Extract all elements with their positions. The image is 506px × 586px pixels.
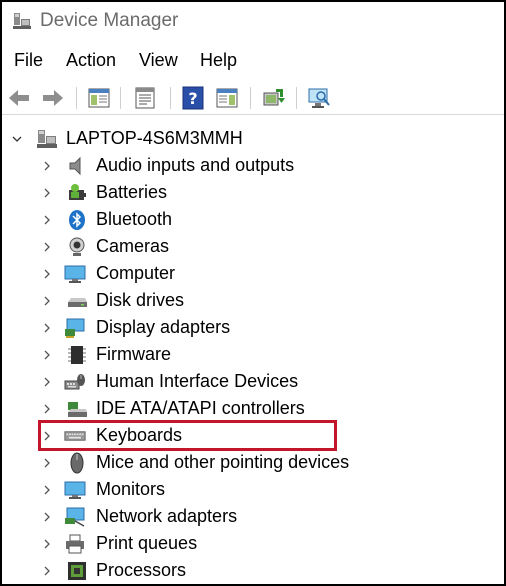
tree-item[interactable]: Processors: [2, 558, 504, 584]
tree-item[interactable]: Network adapters: [2, 504, 504, 531]
update-driver-icon[interactable]: [260, 85, 286, 111]
chevron-right-icon[interactable]: [42, 242, 52, 252]
tree-item-label: Bluetooth: [96, 209, 173, 229]
device-manager-app-icon: [13, 13, 31, 29]
tree-item[interactable]: Bluetooth: [2, 207, 504, 234]
toolbar-separator: [76, 87, 77, 109]
tree-item[interactable]: IDE ATA/ATAPI controllers: [2, 396, 504, 423]
tree-item-label: Batteries: [96, 182, 168, 202]
tree-item[interactable]: Audio inputs and outputs: [2, 153, 504, 180]
window-title: Device Manager: [40, 10, 179, 31]
tree-item-label: Keyboards: [96, 425, 183, 445]
mouse-icon: [70, 452, 84, 474]
tree-item-label: Firmware: [96, 344, 171, 364]
title-bar: Device Manager: [2, 2, 504, 42]
speaker-icon: [69, 156, 81, 176]
bluetooth-icon: [69, 210, 85, 230]
tree-item-label: Network adapters: [96, 506, 238, 526]
device-tree: LAPTOP-4S6M3MMH Audio inputs and outputs…: [2, 126, 504, 584]
show-hide-console-tree-icon[interactable]: [86, 85, 112, 111]
tree-item-label: Disk drives: [96, 290, 185, 310]
chevron-right-icon[interactable]: [42, 566, 52, 576]
tree-item[interactable]: Print queues: [2, 531, 504, 558]
chevron-right-icon[interactable]: [42, 485, 52, 495]
processor-icon: [68, 562, 86, 580]
keyboard-icon: [64, 431, 86, 441]
scan-hardware-changes-icon[interactable]: [306, 85, 332, 111]
toolbar-separator: [120, 87, 121, 109]
back-arrow-icon[interactable]: [6, 85, 32, 111]
battery-icon: [69, 184, 86, 200]
forward-arrow-icon[interactable]: [40, 85, 66, 111]
menu-file[interactable]: File: [14, 50, 43, 71]
monitor-icon: [64, 265, 86, 283]
ide-controller-icon: [68, 402, 87, 417]
menu-help[interactable]: Help: [200, 50, 237, 71]
tree-item[interactable]: Batteries: [2, 180, 504, 207]
menu-view[interactable]: View: [139, 50, 178, 71]
device-manager-window: Device Manager File Action View Help ? L…: [0, 0, 506, 586]
chevron-right-icon[interactable]: [42, 512, 52, 522]
chevron-right-icon[interactable]: [42, 431, 52, 441]
properties-icon[interactable]: [132, 85, 158, 111]
disk-drive-icon: [68, 298, 87, 307]
chevron-right-icon[interactable]: [42, 215, 52, 225]
tree-item[interactable]: Display adapters: [2, 315, 504, 342]
tree-item[interactable]: Mice and other pointing devices: [2, 450, 504, 477]
firmware-chip-icon: [68, 346, 86, 364]
printer-icon: [66, 534, 84, 554]
chevron-right-icon[interactable]: [42, 188, 52, 198]
toolbar-separator: [296, 87, 297, 109]
tree-item[interactable]: Computer: [2, 261, 504, 288]
toolbar-separator: [250, 87, 251, 109]
tree-item-label: Print queues: [96, 533, 198, 553]
tree-item-label: Monitors: [96, 479, 166, 499]
display-adapter-icon: [65, 318, 85, 338]
camera-icon: [69, 237, 85, 256]
menu-action[interactable]: Action: [66, 50, 116, 71]
chevron-right-icon[interactable]: [42, 161, 52, 171]
toolbar: ?: [2, 82, 504, 115]
chevron-right-icon[interactable]: [42, 458, 52, 468]
hid-icon: [64, 374, 85, 390]
tree-item-label: Human Interface Devices: [96, 371, 299, 391]
network-adapter-icon: [65, 507, 85, 527]
chevron-right-icon[interactable]: [42, 269, 52, 279]
tree-item-label: Processors: [96, 560, 187, 580]
chevron-right-icon[interactable]: [42, 377, 52, 387]
menu-bar: File Action View Help: [2, 50, 504, 76]
tree-root-node[interactable]: LAPTOP-4S6M3MMH: [2, 126, 504, 153]
tree-item[interactable]: Human Interface Devices: [2, 369, 504, 396]
tree-item[interactable]: Firmware: [2, 342, 504, 369]
monitor-icon: [64, 481, 86, 499]
chevron-right-icon[interactable]: [42, 539, 52, 549]
chevron-right-icon[interactable]: [42, 350, 52, 360]
tree-item-keyboards[interactable]: Keyboards: [2, 423, 504, 450]
svg-text:?: ?: [188, 89, 197, 108]
chevron-down-icon[interactable]: [12, 134, 22, 144]
tree-root-label: LAPTOP-4S6M3MMH: [66, 128, 243, 148]
action-pane-icon[interactable]: [214, 85, 240, 111]
computer-root-icon: [37, 130, 57, 148]
help-icon[interactable]: ?: [180, 85, 206, 111]
tree-item-label: Display adapters: [96, 317, 231, 337]
tree-item[interactable]: Monitors: [2, 477, 504, 504]
tree-item-label: Mice and other pointing devices: [96, 452, 350, 472]
tree-item-label: Audio inputs and outputs: [96, 155, 295, 175]
tree-item-label: IDE ATA/ATAPI controllers: [96, 398, 305, 418]
tree-item[interactable]: Disk drives: [2, 288, 504, 315]
chevron-right-icon[interactable]: [42, 404, 52, 414]
tree-item-label: Computer: [96, 263, 176, 283]
chevron-right-icon[interactable]: [42, 323, 52, 333]
tree-item[interactable]: Cameras: [2, 234, 504, 261]
tree-item-label: Cameras: [96, 236, 170, 256]
toolbar-separator: [170, 87, 171, 109]
chevron-right-icon[interactable]: [42, 296, 52, 306]
